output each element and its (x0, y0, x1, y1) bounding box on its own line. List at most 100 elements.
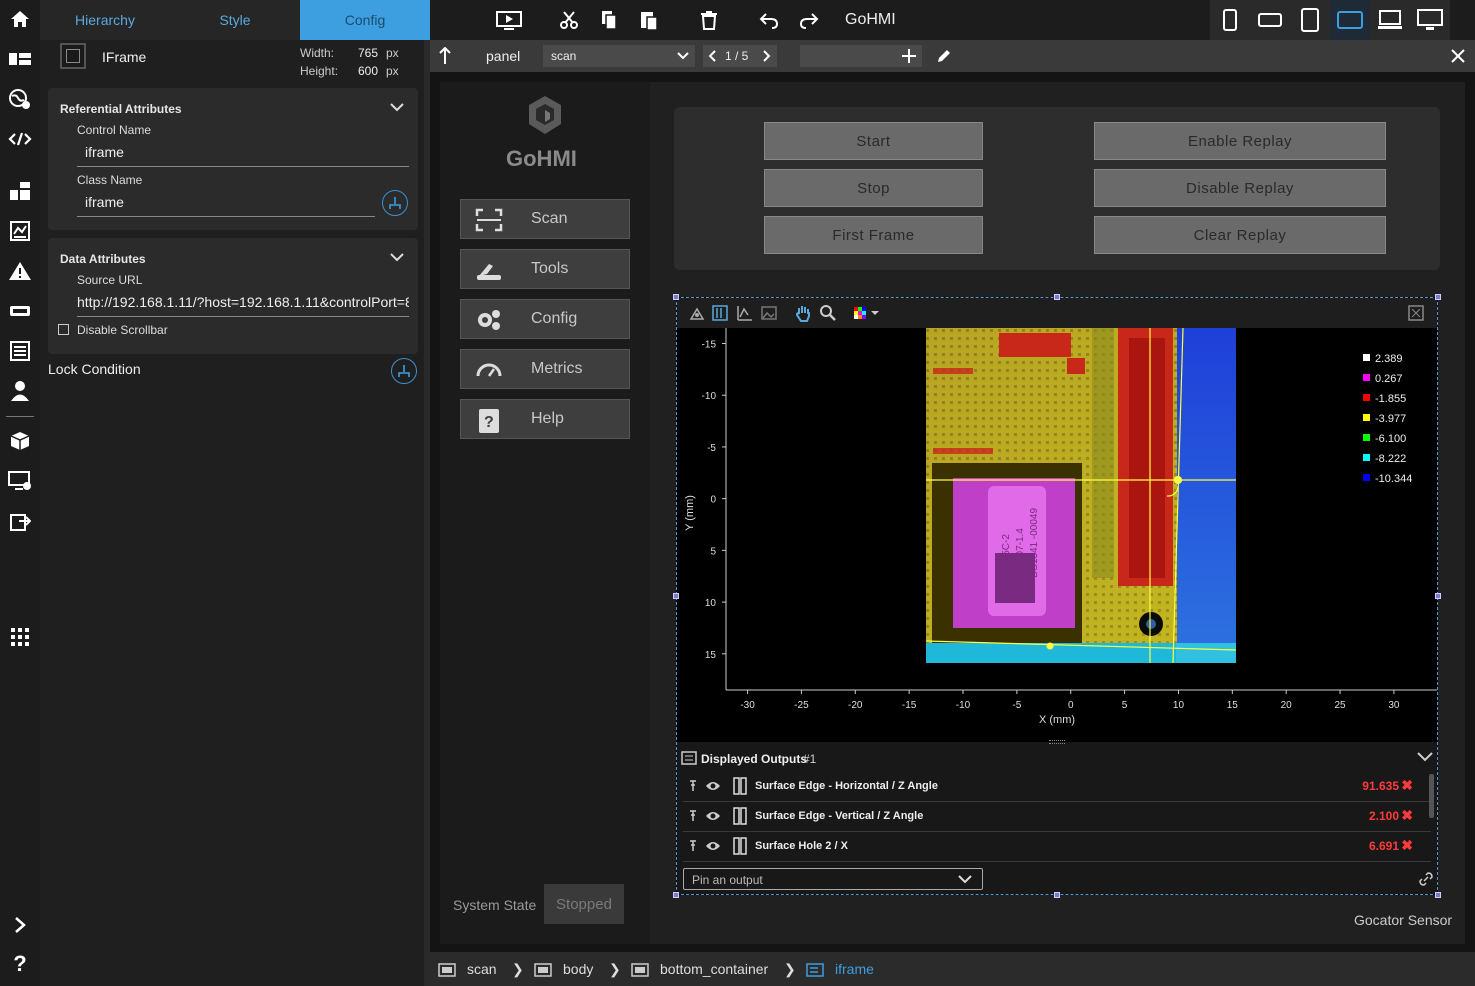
measure-tool-icon[interactable] (733, 837, 747, 855)
paste-icon[interactable] (636, 8, 662, 32)
list-icon[interactable] (6, 338, 34, 364)
breadcrumb-item[interactable]: scan (467, 961, 497, 977)
help-icon[interactable]: ? (6, 951, 34, 977)
measure-tool-icon[interactable] (733, 807, 747, 825)
prev-page-icon[interactable] (709, 50, 717, 62)
go-up-icon[interactable] (438, 47, 452, 65)
nav-metrics-button[interactable]: Metrics (460, 349, 630, 389)
phone-portrait-icon[interactable] (1210, 0, 1250, 40)
pan-hand-icon[interactable] (795, 304, 811, 322)
home-icon[interactable] (6, 6, 34, 32)
user-icon[interactable] (6, 378, 34, 404)
collapse-chevron-icon[interactable] (390, 252, 404, 262)
eye-icon[interactable] (705, 810, 721, 822)
add-page-field[interactable] (800, 45, 922, 67)
resize-handle[interactable] (1054, 892, 1060, 898)
warning-icon[interactable] (6, 258, 34, 284)
collapse-chevron-icon[interactable] (390, 102, 404, 112)
fit-screen-icon[interactable] (1408, 305, 1424, 321)
tab-style[interactable]: Style (170, 0, 300, 40)
link-icon[interactable] (1419, 872, 1433, 886)
3d-view-icon[interactable] (689, 305, 705, 321)
container-icon (438, 963, 456, 977)
resize-handle[interactable] (673, 593, 679, 599)
globe-settings-icon[interactable] (6, 86, 34, 112)
resize-handle[interactable] (673, 892, 679, 898)
resize-handle[interactable] (1435, 593, 1441, 599)
scan-select[interactable]: scan (543, 45, 695, 67)
next-page-icon[interactable] (763, 50, 771, 62)
profile-view-icon[interactable] (737, 305, 753, 321)
tablet-portrait-icon[interactable] (1290, 0, 1330, 40)
heightmap-plot[interactable]: 03325C-2 281107-1.4 DS1341 -00049 -30 -25… (677, 328, 1437, 740)
control-name-field[interactable]: iframe (77, 144, 409, 167)
class-name-field[interactable]: iframe (77, 194, 375, 217)
resize-grip[interactable] (1049, 740, 1065, 744)
lock-condition-link-icon[interactable] (391, 358, 417, 384)
eye-icon[interactable] (705, 780, 721, 792)
code-icon[interactable] (6, 126, 34, 152)
system-state-label: System State (453, 897, 537, 913)
breadcrumb-item[interactable]: body (563, 961, 593, 977)
start-button[interactable]: Start (764, 122, 983, 160)
nav-scan-button[interactable]: Scan (460, 199, 630, 239)
first-frame-button[interactable]: First Frame (764, 216, 983, 254)
disable-replay-button[interactable]: Disable Replay (1094, 169, 1386, 207)
laptop-icon[interactable] (1370, 0, 1410, 40)
pin-icon[interactable] (689, 840, 697, 852)
close-icon[interactable] (1450, 48, 1466, 64)
nav-tools-button[interactable]: Tools (460, 249, 630, 289)
iframe-viewer[interactable]: 03325C-2 281107-1.4 DS1341 -00049 -30 -25… (673, 294, 1441, 898)
layout-icon[interactable] (6, 46, 34, 72)
clear-replay-button[interactable]: Clear Replay (1094, 216, 1386, 254)
collapse-chevron-icon[interactable] (1417, 752, 1433, 762)
2d-view-icon[interactable] (712, 304, 728, 322)
resize-handle[interactable] (673, 294, 679, 300)
disable-scrollbar-checkbox[interactable] (58, 324, 69, 335)
grid-apps-icon[interactable] (6, 624, 34, 650)
stop-button[interactable]: Stop (764, 169, 983, 207)
resize-handle[interactable] (1054, 294, 1060, 300)
scan-image: 03325C-2 281107-1.4 DS1341 -00049 (925, 328, 1237, 664)
source-url-field[interactable]: http://192.168.1.11/?host=192.168.1.11&c… (77, 294, 409, 317)
resize-handle[interactable] (1435, 294, 1441, 300)
tab-config[interactable]: Config (300, 0, 430, 40)
measure-tool-icon[interactable] (733, 777, 747, 795)
resize-handle[interactable] (1435, 892, 1441, 898)
breadcrumb-item-current[interactable]: iframe (835, 961, 874, 977)
export-icon[interactable] (6, 508, 34, 534)
tab-hierarchy[interactable]: Hierarchy (40, 0, 170, 40)
cut-icon[interactable] (556, 8, 582, 32)
pin-output-select[interactable]: Pin an output (683, 868, 983, 890)
widgets-icon[interactable] (6, 178, 34, 204)
eye-icon[interactable] (705, 840, 721, 852)
zoom-icon[interactable] (819, 304, 837, 322)
delete-icon[interactable] (696, 8, 722, 32)
desktop-icon[interactable] (1410, 0, 1450, 40)
breadcrumb-item[interactable]: bottom_container (660, 961, 768, 977)
chart-panel-icon[interactable] (6, 218, 34, 244)
enable-replay-button[interactable]: Enable Replay (1094, 122, 1386, 160)
copy-icon[interactable] (596, 8, 622, 32)
x-tick-label: 5 (1122, 700, 1128, 711)
color-palette-icon[interactable] (853, 306, 883, 320)
phone-landscape-icon[interactable] (1250, 0, 1290, 40)
undo-icon[interactable] (756, 8, 782, 32)
link-binding-icon[interactable] (382, 190, 408, 216)
edit-pencil-icon[interactable] (936, 48, 952, 64)
tablet-landscape-icon[interactable] (1330, 0, 1370, 40)
nav-help-button[interactable]: ? Help (460, 399, 630, 439)
outputs-scrollbar[interactable] (1429, 774, 1434, 818)
package-icon[interactable] (6, 428, 34, 454)
preview-icon[interactable] (496, 8, 522, 32)
expand-chevron-icon[interactable] (6, 912, 34, 938)
monitor-settings-icon[interactable] (6, 468, 34, 494)
image-view-icon[interactable] (761, 305, 777, 321)
nav-config-button[interactable]: Config (460, 299, 630, 339)
pin-icon[interactable] (689, 780, 697, 792)
device-icon[interactable] (6, 298, 34, 324)
redo-icon[interactable] (796, 8, 822, 32)
nav-metrics-label: Metrics (531, 360, 583, 377)
add-icon[interactable] (900, 47, 918, 65)
pin-icon[interactable] (689, 810, 697, 822)
